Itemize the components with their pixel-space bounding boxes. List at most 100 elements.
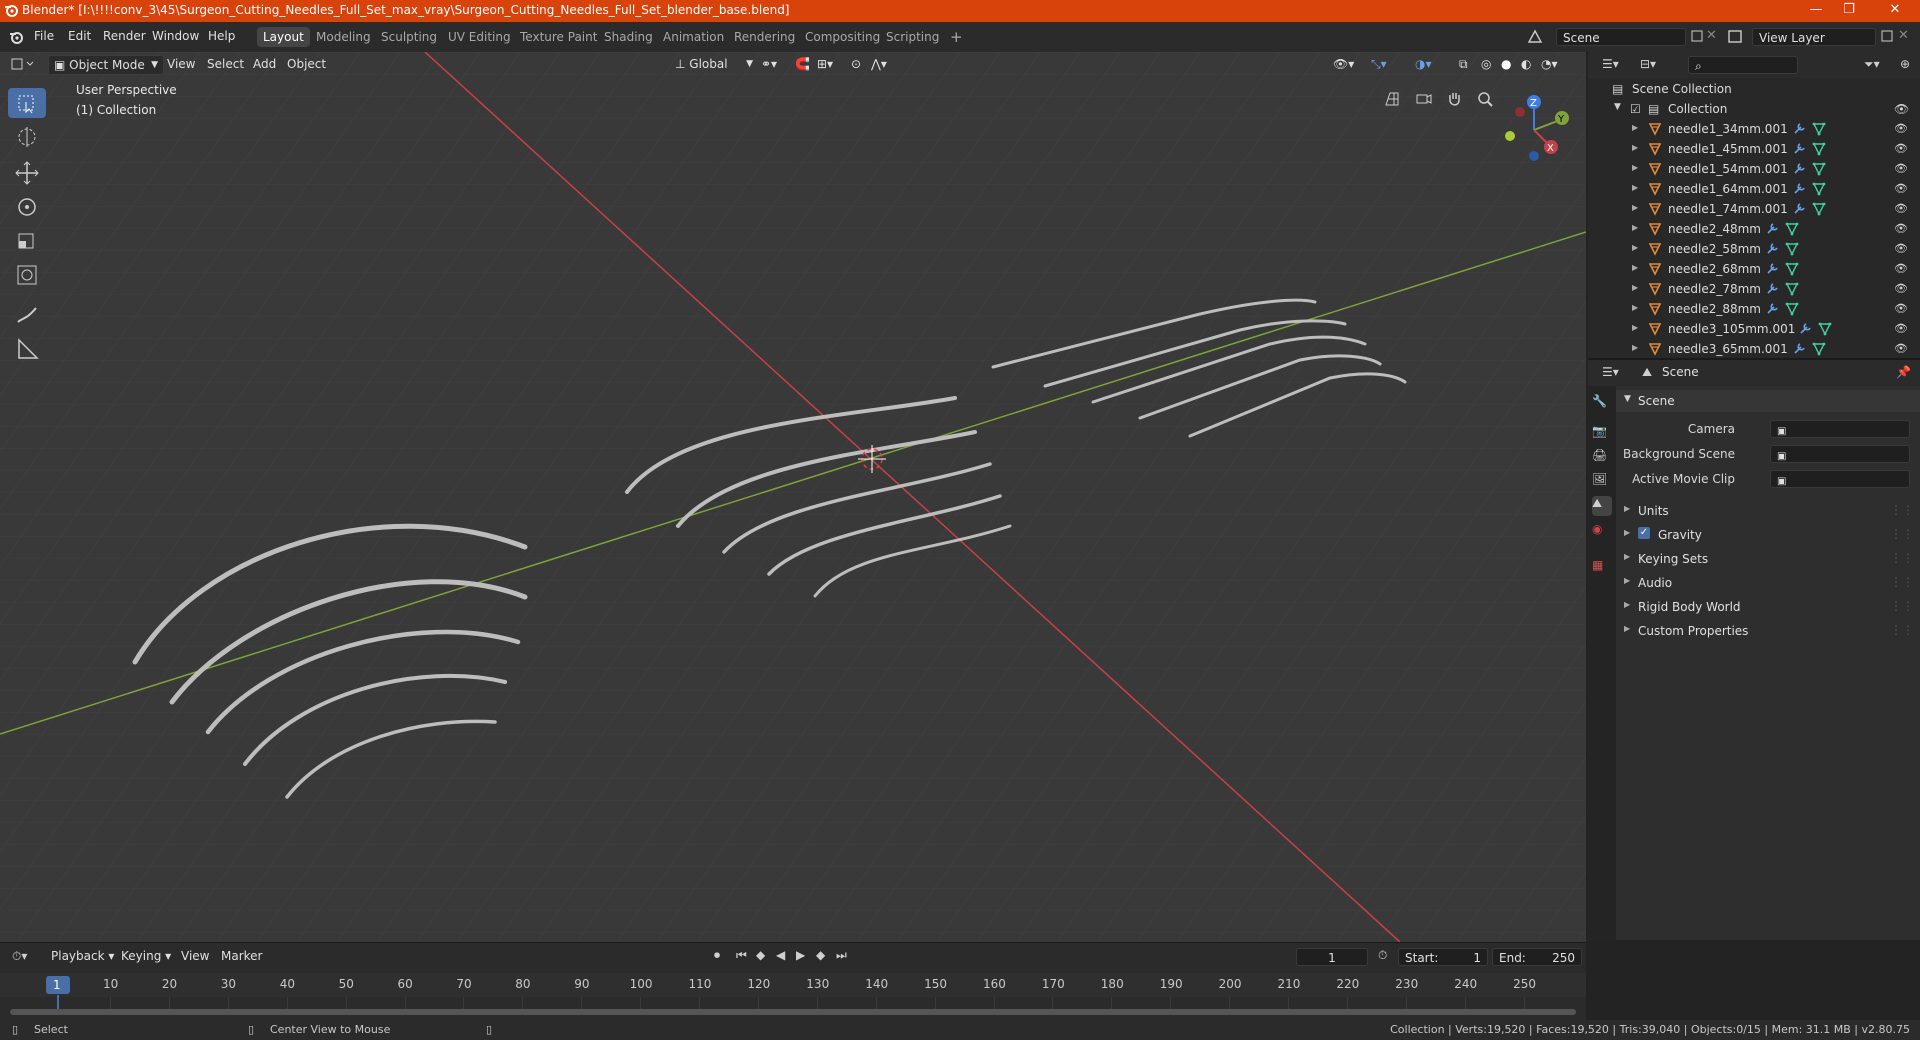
menu-timeline-view[interactable]: View	[176, 947, 214, 965]
eye-icon[interactable]: 👁	[1894, 242, 1908, 255]
move-tool[interactable]	[8, 158, 46, 188]
mesh-data-icon[interactable]	[1812, 122, 1826, 136]
tab-scripting[interactable]: Scripting	[880, 27, 945, 47]
outliner-item[interactable]: ▶ needle1_45mm.001 👁	[1588, 139, 1920, 159]
pivot-point-icon[interactable]: ⚭▾	[756, 55, 782, 73]
outliner-row-scene-collection[interactable]: ▤ Scene Collection	[1588, 79, 1920, 99]
menu-edit[interactable]: Edit	[68, 29, 91, 43]
rotate-tool[interactable]	[8, 192, 46, 222]
expand-arrow-icon[interactable]: ▶	[1632, 283, 1638, 292]
xray-toggle-icon[interactable]: ⧉	[1454, 55, 1473, 73]
expand-arrow-icon[interactable]: ▼	[1614, 102, 1621, 112]
mesh-data-icon[interactable]	[1812, 342, 1826, 356]
expand-arrow-icon[interactable]: ▶	[1632, 123, 1638, 132]
menu-render[interactable]: Render	[103, 29, 146, 43]
outliner-item[interactable]: ▶ needle2_68mm 👁	[1588, 259, 1920, 279]
annotate-tool[interactable]	[8, 300, 46, 330]
outliner-item[interactable]: ▶ needle1_74mm.001 👁	[1588, 199, 1920, 219]
mesh-data-icon[interactable]	[1785, 282, 1799, 296]
menu-view[interactable]: View	[162, 55, 200, 73]
select-box-tool[interactable]	[8, 88, 46, 118]
eye-icon[interactable]: 👁	[1894, 302, 1908, 315]
mesh-data-icon[interactable]	[1818, 322, 1832, 336]
mode-selector[interactable]: ▣ Object Mode ▼	[48, 55, 164, 75]
minimize-button[interactable]: —	[1801, 2, 1831, 17]
menu-keying[interactable]: Keying ▾	[116, 947, 176, 965]
overlay-toggle-icon[interactable]: ◑▾	[1410, 55, 1437, 73]
play-icon[interactable]: ▶	[796, 948, 805, 962]
tab-compositing[interactable]: Compositing	[799, 27, 886, 47]
shading-rendered-icon[interactable]: ◔▾	[1536, 55, 1563, 73]
menu-help[interactable]: Help	[208, 29, 235, 43]
menu-window[interactable]: Window	[152, 29, 199, 43]
outliner-item[interactable]: ▶ needle2_48mm 👁	[1588, 219, 1920, 239]
outliner-item[interactable]: ▶ needle2_88mm 👁	[1588, 299, 1920, 319]
tab-sculpting[interactable]: Sculpting	[375, 27, 443, 47]
proportional-edit-icon[interactable]: ⊙	[846, 55, 866, 73]
property-field[interactable]: ▣	[1770, 445, 1910, 463]
prev-keyframe-icon[interactable]: ◆	[756, 948, 765, 962]
next-keyframe-icon[interactable]: ◆	[816, 948, 825, 962]
scene-selector[interactable]: Scene	[1556, 28, 1686, 46]
zoom-view-button[interactable]	[1472, 86, 1498, 112]
property-field[interactable]: ▣	[1770, 470, 1910, 488]
transform-orientation-selector[interactable]: ⊥ Global ▼	[670, 55, 756, 73]
drag-handle-icon[interactable]: ⋮⋮	[1890, 551, 1914, 565]
outliner-search-input[interactable]: ⌕	[1688, 56, 1798, 74]
eye-icon[interactable]: 👁	[1894, 282, 1908, 295]
outliner-item[interactable]: ▶ needle1_34mm.001 👁	[1588, 119, 1920, 139]
outliner-item[interactable]: ▶ needle1_64mm.001 👁	[1588, 179, 1920, 199]
eye-icon[interactable]: 👁	[1894, 162, 1908, 175]
modifier-wrench-icon[interactable]	[1765, 302, 1779, 316]
cursor-tool[interactable]	[8, 122, 46, 152]
modifier-wrench-icon[interactable]	[1765, 242, 1779, 256]
view-layer-selector[interactable]: View Layer	[1752, 28, 1876, 46]
modifier-wrench-icon[interactable]	[1792, 162, 1806, 176]
outliner-item[interactable]: ▶ needle3_65mm.001 👁	[1588, 339, 1920, 359]
scale-tool[interactable]	[8, 226, 46, 256]
visibility-icon[interactable]: 👁▾	[1328, 55, 1359, 73]
toggle-view-grid-button[interactable]	[1379, 86, 1405, 112]
pin-icon[interactable]: 📌	[1896, 365, 1911, 379]
shading-wireframe-icon[interactable]: ◎	[1476, 55, 1496, 73]
eye-icon[interactable]: 👁	[1894, 182, 1908, 195]
3d-viewport[interactable]: ▣ Object Mode ▼ View Select Add Object ⊥ …	[0, 52, 1586, 942]
eye-icon[interactable]: 👁	[1894, 322, 1908, 335]
outliner-row-collection[interactable]: ▼ ☑ ▤ Collection 👁	[1588, 99, 1920, 119]
subpanel-header[interactable]: ▶ Keying Sets ⋮⋮	[1616, 548, 1920, 570]
pan-view-button[interactable]	[1441, 86, 1467, 112]
menu-object[interactable]: Object	[282, 55, 331, 73]
menu-file[interactable]: File	[34, 29, 54, 43]
expand-arrow-icon[interactable]: ▶	[1632, 223, 1638, 232]
outliner-editor-type-icon[interactable]: ☰▾	[1602, 57, 1619, 71]
expand-arrow-icon[interactable]: ▶	[1632, 203, 1638, 212]
scene-tab[interactable]: ⛰	[1592, 496, 1612, 516]
scene-section-header[interactable]: ▼ Scene	[1616, 390, 1920, 412]
new-collection-icon[interactable]: ⊕	[1900, 57, 1910, 71]
tab-uv-editing[interactable]: UV Editing	[442, 27, 517, 47]
eye-icon[interactable]: 👁	[1894, 142, 1908, 155]
modifier-wrench-icon[interactable]	[1792, 342, 1806, 356]
record-icon[interactable]: ⏺	[714, 948, 720, 963]
expand-arrow-icon[interactable]: ▶	[1632, 343, 1638, 352]
modifier-wrench-icon[interactable]	[1765, 262, 1779, 276]
menu-add[interactable]: Add	[248, 55, 281, 73]
tab-texture-paint[interactable]: Texture Paint	[514, 27, 603, 47]
tool-tab[interactable]: 🔧	[1592, 394, 1612, 414]
new-scene-icon[interactable]	[1690, 29, 1704, 43]
play-reverse-icon[interactable]: ◀	[776, 948, 785, 962]
texture-tab[interactable]: ▦	[1592, 558, 1612, 578]
add-workspace-button[interactable]: +	[944, 27, 969, 47]
falloff-icon[interactable]: ⋀▾	[866, 55, 892, 73]
modifier-wrench-icon[interactable]	[1792, 182, 1806, 196]
current-frame-field[interactable]: 1	[1296, 948, 1368, 966]
expand-arrow-icon[interactable]: ▶	[1632, 243, 1638, 252]
delete-view-layer-icon[interactable]: ✕	[1898, 28, 1909, 43]
mesh-data-icon[interactable]	[1812, 142, 1826, 156]
eye-icon[interactable]: 👁	[1894, 102, 1909, 116]
outliner-item[interactable]: ▶ needle3_105mm.001 👁	[1588, 319, 1920, 339]
shading-material-icon[interactable]: ◐	[1516, 55, 1536, 73]
mesh-data-icon[interactable]	[1785, 262, 1799, 276]
timeline-editor-type-icon[interactable]: ⏱▾	[12, 949, 27, 964]
modifier-wrench-icon[interactable]	[1792, 122, 1806, 136]
